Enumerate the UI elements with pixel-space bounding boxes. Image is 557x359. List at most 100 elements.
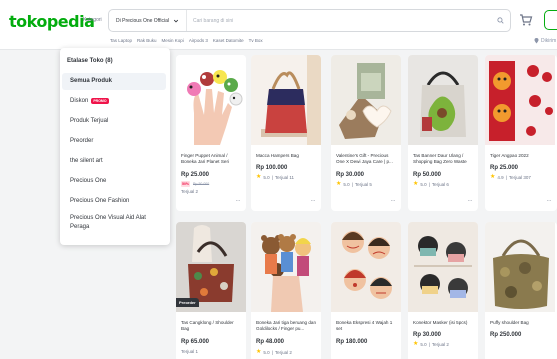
- product-name[interactable]: Tas Banner Daur Ulang / Shopping Bag Zer…: [413, 153, 475, 165]
- product-rating: ★ 5.0 | Terjual 6: [413, 181, 449, 187]
- quick-link[interactable]: Kaset Datomite: [213, 38, 244, 43]
- search-icon: [496, 17, 504, 24]
- cart-icon[interactable]: [519, 13, 533, 27]
- rating-divider: |: [428, 181, 430, 187]
- preorder-badge: Preorder: [176, 298, 199, 307]
- product-image-expression-dolls: [331, 222, 401, 312]
- tokopedia-logo[interactable]: tokopedia: [9, 12, 95, 31]
- star-icon: ★: [413, 341, 419, 347]
- product-name[interactable]: Puffy shoulder Bag: [490, 320, 552, 332]
- quick-link[interactable]: Mesin Kopi: [162, 38, 184, 43]
- menu-title: Etalase Toko (8): [67, 58, 113, 64]
- product-price: Rp 25.000: [490, 165, 519, 171]
- more-options-icon[interactable]: ···: [547, 198, 552, 204]
- discount-info: 50% Rp 50.000: [181, 181, 209, 187]
- sold-count: Terjual 2: [181, 189, 199, 194]
- product-price: Rp 30.000: [413, 332, 442, 338]
- product-price: Rp 50.000: [413, 172, 442, 178]
- product-image-banner-bag: [408, 55, 478, 145]
- product-card[interactable]: Macca Hampers Bag Rp 100.000 ★ 5.0 | Ter…: [251, 55, 321, 211]
- top-header: tokopedia Kategori Di Precious One Offic…: [0, 0, 557, 50]
- product-name[interactable]: Macca Hampers Bag: [256, 153, 318, 165]
- rating-divider: |: [428, 341, 430, 347]
- rating-value: 5.0: [263, 174, 270, 180]
- menu-item-label: Precious One: [70, 177, 107, 184]
- etalase-menu: Etalase Toko (8) Semua Produk Diskon PRO…: [60, 48, 170, 245]
- menu-item-label: Preorder: [70, 137, 94, 144]
- product-rating: ★ 5.0 | Terjual 2: [413, 341, 449, 347]
- star-icon: ★: [490, 174, 496, 180]
- more-options-icon[interactable]: ···: [391, 198, 396, 204]
- product-price: Rp 100.000: [256, 165, 288, 171]
- star-icon: ★: [413, 181, 419, 187]
- kategori-link[interactable]: Kategori: [83, 17, 102, 23]
- menu-item-label: Precious One Fashion: [70, 197, 130, 204]
- sold-count: Terjual 5: [354, 181, 372, 187]
- product-name[interactable]: Konektor Masker (isi 5pcs): [413, 320, 475, 332]
- rating-value: 5.0: [420, 341, 427, 347]
- product-name[interactable]: Finger Puppet Animal / Boneka Jari Plane…: [181, 153, 243, 165]
- rating-divider: |: [505, 174, 507, 180]
- product-card[interactable]: Boneka Jari tiga beruang dan Goldilocks …: [251, 222, 321, 359]
- menu-item-diskon[interactable]: Diskon PROMO: [62, 93, 166, 109]
- product-price: Rp 30.000: [336, 172, 365, 178]
- sold-count: Terjual 2: [274, 349, 292, 355]
- product-image-bear-finger-puppets: [251, 222, 321, 312]
- rating-value: 5.0: [343, 181, 350, 187]
- product-rating: ★ 5.0 | Terjual 5: [336, 181, 372, 187]
- menu-item-label: the silent art: [70, 157, 103, 164]
- product-card[interactable]: Valentine's Gift - Precious One X Dewi J…: [331, 55, 401, 211]
- sold-count: Terjual 11: [274, 174, 295, 180]
- location-pin-icon: [534, 38, 539, 44]
- search-input[interactable]: Cari barang di sini: [193, 10, 233, 31]
- menu-item-label: Precious One Visual Aid Alat Peraga: [70, 215, 146, 230]
- menu-item-label: Produk Terjual: [70, 117, 109, 124]
- product-rating: ★ 4.9 | Terjual 307: [490, 174, 531, 180]
- menu-item-semua-produk[interactable]: Semua Produk: [62, 73, 166, 90]
- quick-link[interactable]: Tv Box: [249, 38, 263, 43]
- more-options-icon[interactable]: ···: [468, 198, 473, 204]
- menu-item-precious-one[interactable]: Precious One: [62, 173, 166, 189]
- product-image-finger-puppets: [176, 55, 246, 145]
- chevron-down-icon: [173, 19, 179, 23]
- product-card[interactable]: Boneka Ekspresi 4 Wajah 1 set Rp 180.000: [331, 222, 401, 359]
- product-name[interactable]: Boneka Ekspresi 4 Wajah 1 set: [336, 320, 398, 332]
- product-card[interactable]: Preorder Tas Cangklong / Shoulder Bag Rp…: [176, 222, 246, 359]
- more-options-icon[interactable]: ···: [236, 198, 241, 204]
- product-card[interactable]: Tiger Angpao 2022 Rp 25.000 ★ 4.9 | Terj…: [485, 55, 557, 211]
- product-card[interactable]: Finger Puppet Animal / Boneka Jari Plane…: [176, 55, 246, 211]
- quick-link[interactable]: Rak Buku: [137, 38, 157, 43]
- login-button[interactable]: [544, 10, 557, 30]
- product-name[interactable]: Tas Cangklong / Shoulder Bag: [181, 320, 243, 332]
- quick-link[interactable]: Tas Laptop: [110, 38, 132, 43]
- store-scope-label: Di Precious One Official: [116, 17, 169, 24]
- original-price: Rp 50.000: [193, 182, 210, 186]
- product-card[interactable]: Tas Banner Daur Ulang / Shopping Bag Zer…: [408, 55, 478, 211]
- rating-value: 5.0: [420, 181, 427, 187]
- rating-value: 5.0: [263, 349, 270, 355]
- more-options-icon[interactable]: ···: [311, 198, 316, 204]
- product-rating: ★ 5.0 | Terjual 2: [256, 349, 292, 355]
- sold-count: Terjual 6: [431, 181, 449, 187]
- product-card[interactable]: Puffy shoulder Bag Rp 250.000: [485, 222, 557, 359]
- rating-divider: |: [271, 349, 273, 355]
- menu-item-the-silent-art[interactable]: the silent art: [62, 153, 166, 169]
- rating-divider: |: [271, 174, 273, 180]
- product-card[interactable]: Konektor Masker (isi 5pcs) Rp 30.000 ★ 5…: [408, 222, 478, 359]
- menu-item-precious-one-fashion[interactable]: Precious One Fashion: [62, 193, 166, 209]
- product-name[interactable]: Boneka Jari tiga beruang dan Goldilocks …: [256, 320, 318, 332]
- menu-item-label: Diskon: [70, 97, 89, 104]
- search-button[interactable]: [490, 10, 510, 31]
- store-scope-dropdown[interactable]: Di Precious One Official: [109, 10, 187, 31]
- product-image-hampers-bag: [251, 55, 321, 145]
- sold-count: Terjual 307: [508, 174, 531, 180]
- shipping-location[interactable]: Dikirim: [541, 38, 556, 44]
- menu-item-preorder[interactable]: Preorder: [62, 133, 166, 149]
- menu-item-produk-terjual[interactable]: Produk Terjual: [62, 113, 166, 129]
- menu-item-precious-one-visual-aid[interactable]: Precious One Visual Aid Alat Peraga: [62, 212, 160, 234]
- product-name[interactable]: Tiger Angpao 2022: [490, 153, 552, 165]
- product-name[interactable]: Valentine's Gift - Precious One X Dewi J…: [336, 153, 398, 165]
- quick-link[interactable]: Airpods 3: [189, 38, 208, 43]
- product-image-mask-connector: [408, 222, 478, 312]
- sold-count: Terjual 2: [431, 341, 449, 347]
